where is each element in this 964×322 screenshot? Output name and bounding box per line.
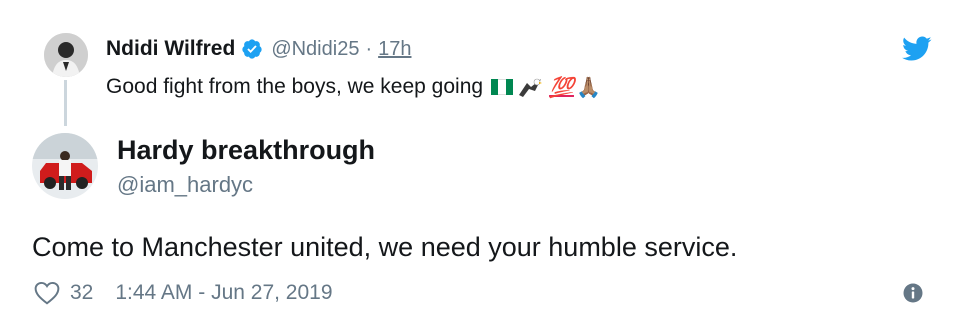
parent-tweet-header: Ndidi Wilfred @Ndidi25 · 17h (106, 36, 411, 62)
tweet-footer: 32 1:44 AM - Jun 27, 2019 (34, 279, 333, 307)
parent-author-name[interactable]: Ndidi Wilfred (106, 37, 235, 61)
thread-connector-line (64, 80, 67, 126)
main-author-name[interactable]: Hardy breakthrough (117, 135, 375, 166)
parent-tweet-body: Good fight from the boys, we keep going … (106, 73, 601, 101)
eagle-emoji (517, 75, 543, 99)
info-icon[interactable] (903, 283, 923, 303)
folded-hands-emoji: 🙏🏽 (575, 76, 601, 99)
verified-badge-icon (241, 38, 263, 60)
parent-avatar[interactable] (44, 33, 88, 77)
main-avatar-image (32, 133, 98, 199)
main-tweet-text: Come to Manchester united, we need your … (32, 232, 738, 262)
parent-author-handle[interactable]: @Ndidi25 (271, 38, 359, 61)
nigeria-flag-emoji (491, 79, 514, 95)
main-avatar[interactable] (32, 133, 98, 199)
twitter-bird-icon[interactable] (902, 36, 932, 62)
header-separator: · (365, 37, 373, 60)
parent-tweet-time[interactable]: 17h (378, 38, 411, 61)
like-count[interactable]: 32 (70, 281, 93, 305)
tweet-timestamp[interactable]: 1:44 AM - Jun 27, 2019 (115, 281, 332, 305)
parent-avatar-image (44, 33, 88, 77)
main-author-handle[interactable]: @iam_hardyc (117, 172, 253, 198)
hundred-points-emoji: 💯 (549, 76, 574, 99)
parent-tweet-text: Good fight from the boys, we keep going (106, 75, 484, 98)
heart-outline-icon[interactable] (34, 281, 60, 305)
